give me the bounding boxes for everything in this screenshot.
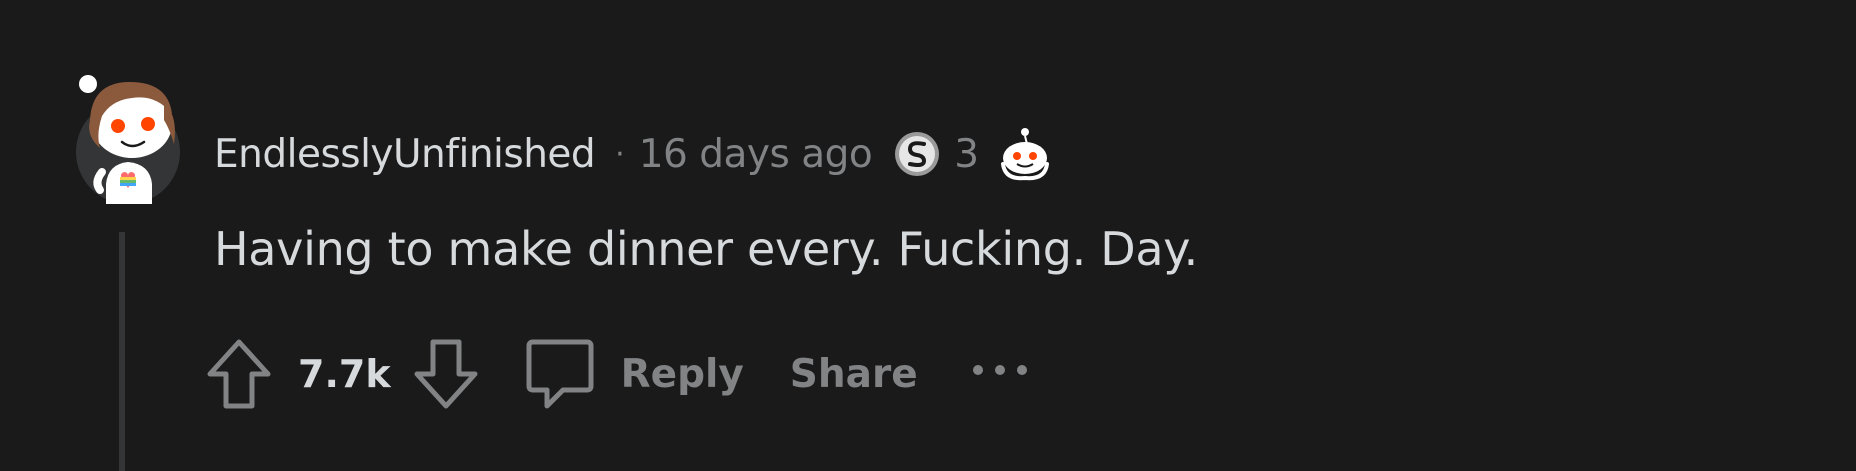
award-silver[interactable]: 3 — [892, 129, 979, 179]
comment-actions: 7.7k Reply Share — [206, 334, 1030, 414]
award-count: 3 — [954, 131, 980, 177]
meta-separator: · — [615, 136, 625, 172]
award-snoo[interactable] — [995, 124, 1055, 184]
downvote-button[interactable] — [413, 338, 479, 410]
comment-body: Having to make dinner every. Fucking. Da… — [214, 222, 1198, 276]
reply-label: Reply — [620, 351, 744, 397]
upvote-arrow-icon — [207, 339, 271, 409]
comment-timestamp[interactable]: 16 days ago — [639, 132, 873, 177]
snoo-award-icon — [1001, 128, 1050, 181]
comment-meta: EndlesslyUnfinished · 16 days ago 3 — [214, 126, 1055, 182]
comment-author[interactable]: EndlesslyUnfinished — [214, 132, 596, 177]
more-options-button[interactable] — [970, 360, 1030, 380]
speech-bubble-icon — [526, 339, 594, 409]
downvote-arrow-icon — [414, 339, 478, 409]
snoo-avatar-icon — [76, 67, 180, 204]
upvote-button[interactable] — [206, 338, 272, 410]
reply-button[interactable]: Reply — [525, 338, 744, 410]
vote-score: 7.7k — [298, 352, 391, 396]
more-options-icon — [972, 365, 1027, 375]
silver-award-icon — [895, 132, 940, 176]
share-button[interactable]: Share — [790, 352, 918, 397]
thread-line[interactable] — [119, 232, 125, 471]
avatar[interactable] — [72, 64, 184, 204]
